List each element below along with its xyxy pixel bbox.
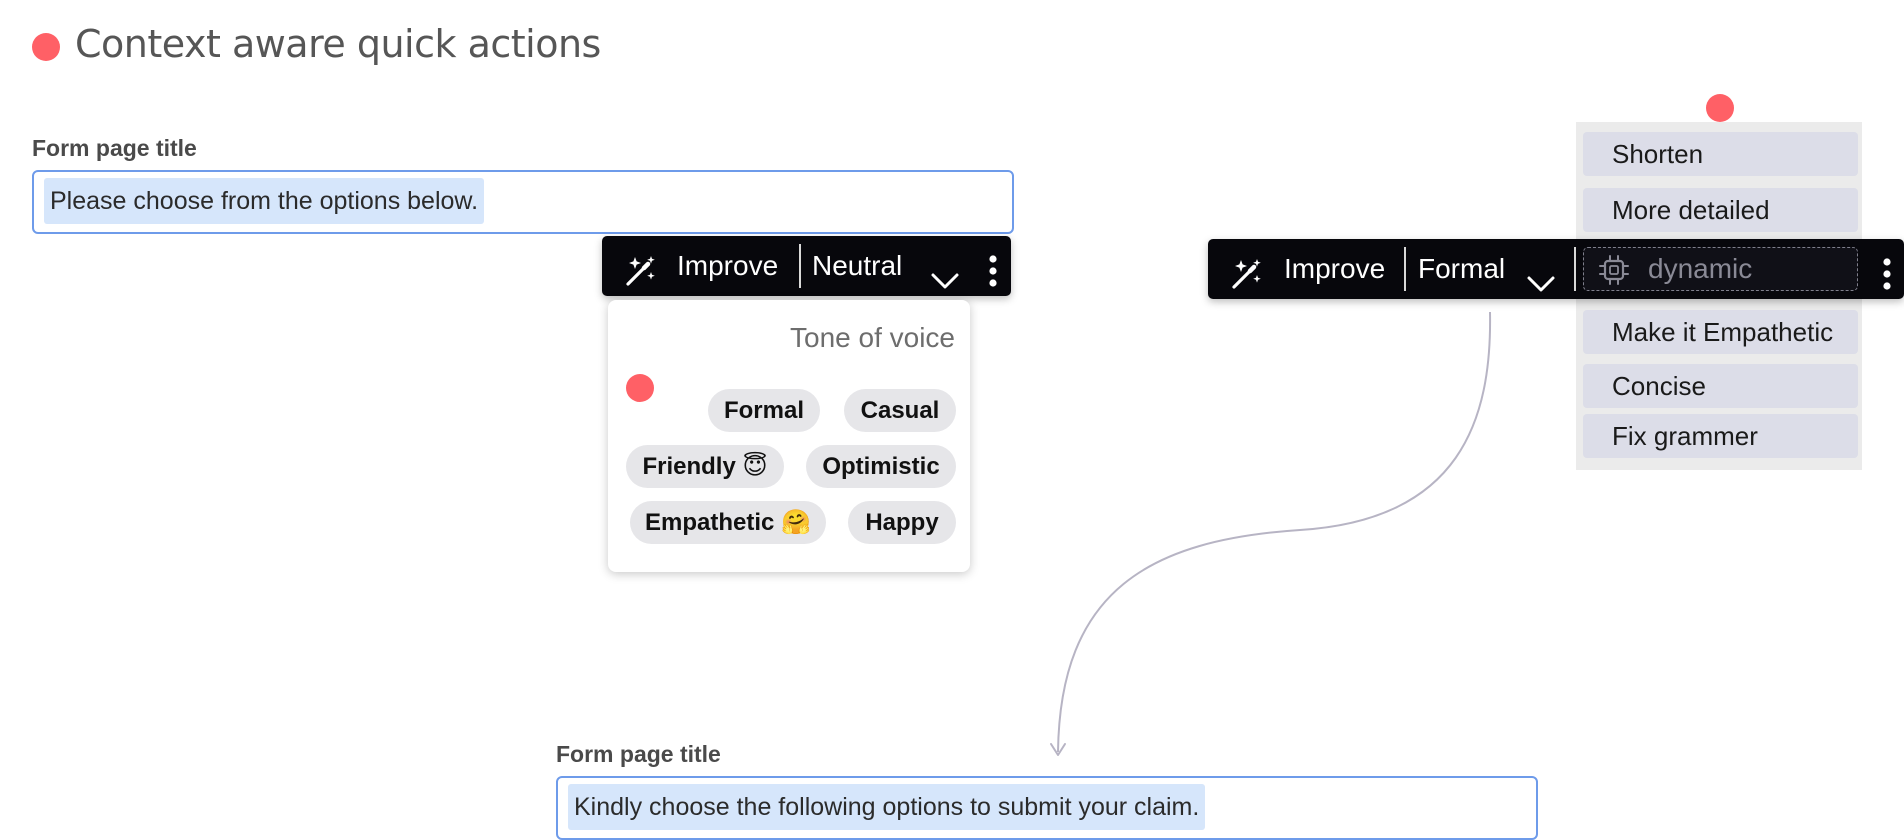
selected-text-bottom: Kindly choose the following options to s…: [568, 784, 1206, 830]
field-label-bottom: Form page title: [556, 741, 721, 767]
form-title-input-bottom[interactable]: Kindly choose the following options to s…: [556, 776, 1538, 840]
connector-arrow: [1050, 311, 1492, 756]
